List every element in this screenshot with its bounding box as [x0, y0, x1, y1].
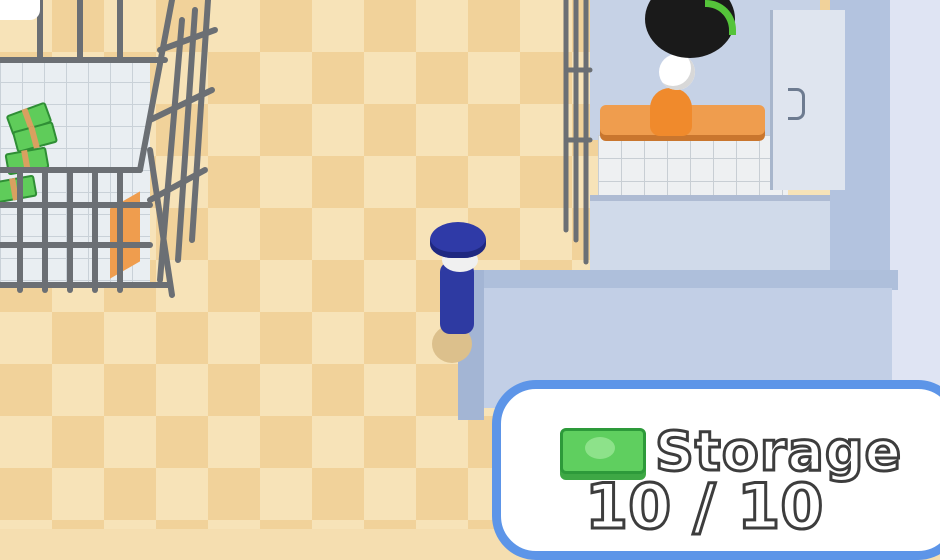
storage-current: 10 — [583, 469, 672, 545]
room-front-wall — [590, 195, 830, 281]
room-floor — [598, 135, 788, 195]
storage-capacity: 10 — [736, 469, 825, 545]
guard-cap-icon — [430, 222, 486, 258]
guard-body[interactable] — [440, 262, 474, 334]
cash-stack-icon-center — [585, 437, 615, 459]
prisoner-body — [650, 88, 692, 136]
room-door[interactable] — [770, 10, 845, 190]
storage-count: 10 / 10 — [583, 469, 825, 545]
game-scene[interactable]: Storage 10 / 10 — [0, 0, 940, 560]
counter-top — [458, 270, 898, 290]
door-handle-icon — [788, 88, 805, 120]
left-cell-bars — [0, 0, 218, 298]
prisoner-head — [659, 54, 695, 90]
top-left-badge — [0, 0, 40, 20]
storage-separator: / — [691, 469, 717, 545]
